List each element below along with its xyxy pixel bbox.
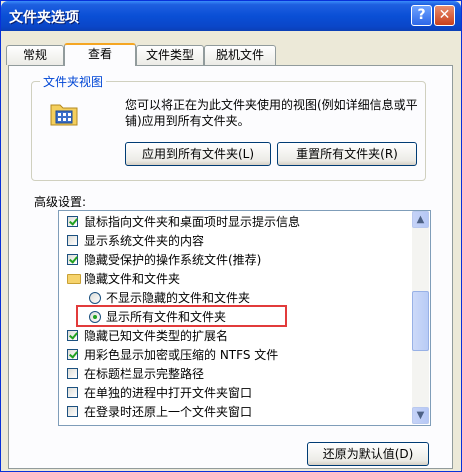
folder-views-group: 文件夹视图 [31, 73, 426, 181]
list-item-label: 在标题栏显示完整路径 [84, 367, 205, 381]
list-item-label: 用彩色显示加密或压缩的 NTFS 文件 [84, 348, 279, 362]
group-title: 文件夹视图 [40, 73, 107, 90]
checkbox[interactable] [67, 235, 78, 246]
tab-file-types[interactable]: 文件类型 [136, 45, 204, 65]
scroll-thumb[interactable] [412, 291, 429, 351]
scroll-up-icon[interactable]: ▲ [412, 211, 429, 228]
help-button[interactable]: ? [411, 5, 432, 26]
list-item-label: 隐藏文件和文件夹 [84, 272, 181, 286]
tab-view[interactable]: 查看 [64, 43, 136, 66]
tab-strip: 常规 查看 文件类型 脱机文件 [6, 43, 456, 66]
checkbox[interactable] [67, 387, 78, 398]
restore-defaults-button[interactable]: 还原为默认值(D) [307, 442, 429, 466]
list-item-label: 在登录时还原上一个文件夹窗口 [84, 405, 253, 419]
folder-views-description: 您可以将正在为此文件夹使用的视图(例如详细信息或平铺)应用到所有文件夹。 [125, 98, 418, 128]
tab-offline-files[interactable]: 脱机文件 [204, 45, 276, 65]
advanced-settings-label: 高级设置: [34, 195, 87, 209]
folder-icon [67, 274, 81, 284]
highlight-box [76, 305, 287, 327]
title-bar[interactable]: 文件夹选项 ? ✕ [1, 1, 461, 31]
window-title: 文件夹选项 [9, 10, 79, 26]
scroll-down-icon[interactable]: ▼ [412, 407, 429, 424]
folder-options-dialog: 文件夹选项 ? ✕ 常规 查看 文件类型 脱机文件 文件夹视图 您可以将正在为此… [0, 0, 462, 472]
checkbox[interactable] [67, 216, 78, 227]
list-scrollbar[interactable]: ▲ ▼ [412, 211, 429, 424]
list-item-label: 隐藏受保护的操作系统文件(推荐) [84, 253, 262, 267]
list-item-label: 鼠标指向文件夹和桌面项时显示提示信息 [84, 215, 301, 229]
list-item-label: 隐藏已知文件类型的扩展名 [84, 329, 229, 343]
folder-view-icon [50, 104, 78, 126]
checkbox[interactable] [67, 368, 78, 379]
list-item-label: 在单独的进程中打开文件夹窗口 [84, 386, 253, 400]
tab-general[interactable]: 常规 [6, 45, 64, 65]
checkbox[interactable] [67, 254, 78, 265]
checkbox[interactable] [67, 349, 78, 360]
checkbox[interactable] [67, 406, 78, 417]
list-item-label: 显示系统文件夹的内容 [84, 234, 205, 248]
reset-all-folders-button[interactable]: 重置所有文件夹(R) [277, 142, 417, 166]
apply-to-all-folders-button[interactable]: 应用到所有文件夹(L) [125, 142, 271, 166]
close-button[interactable]: ✕ [434, 5, 455, 26]
radio-button[interactable] [89, 292, 101, 304]
checkbox[interactable] [67, 330, 78, 341]
